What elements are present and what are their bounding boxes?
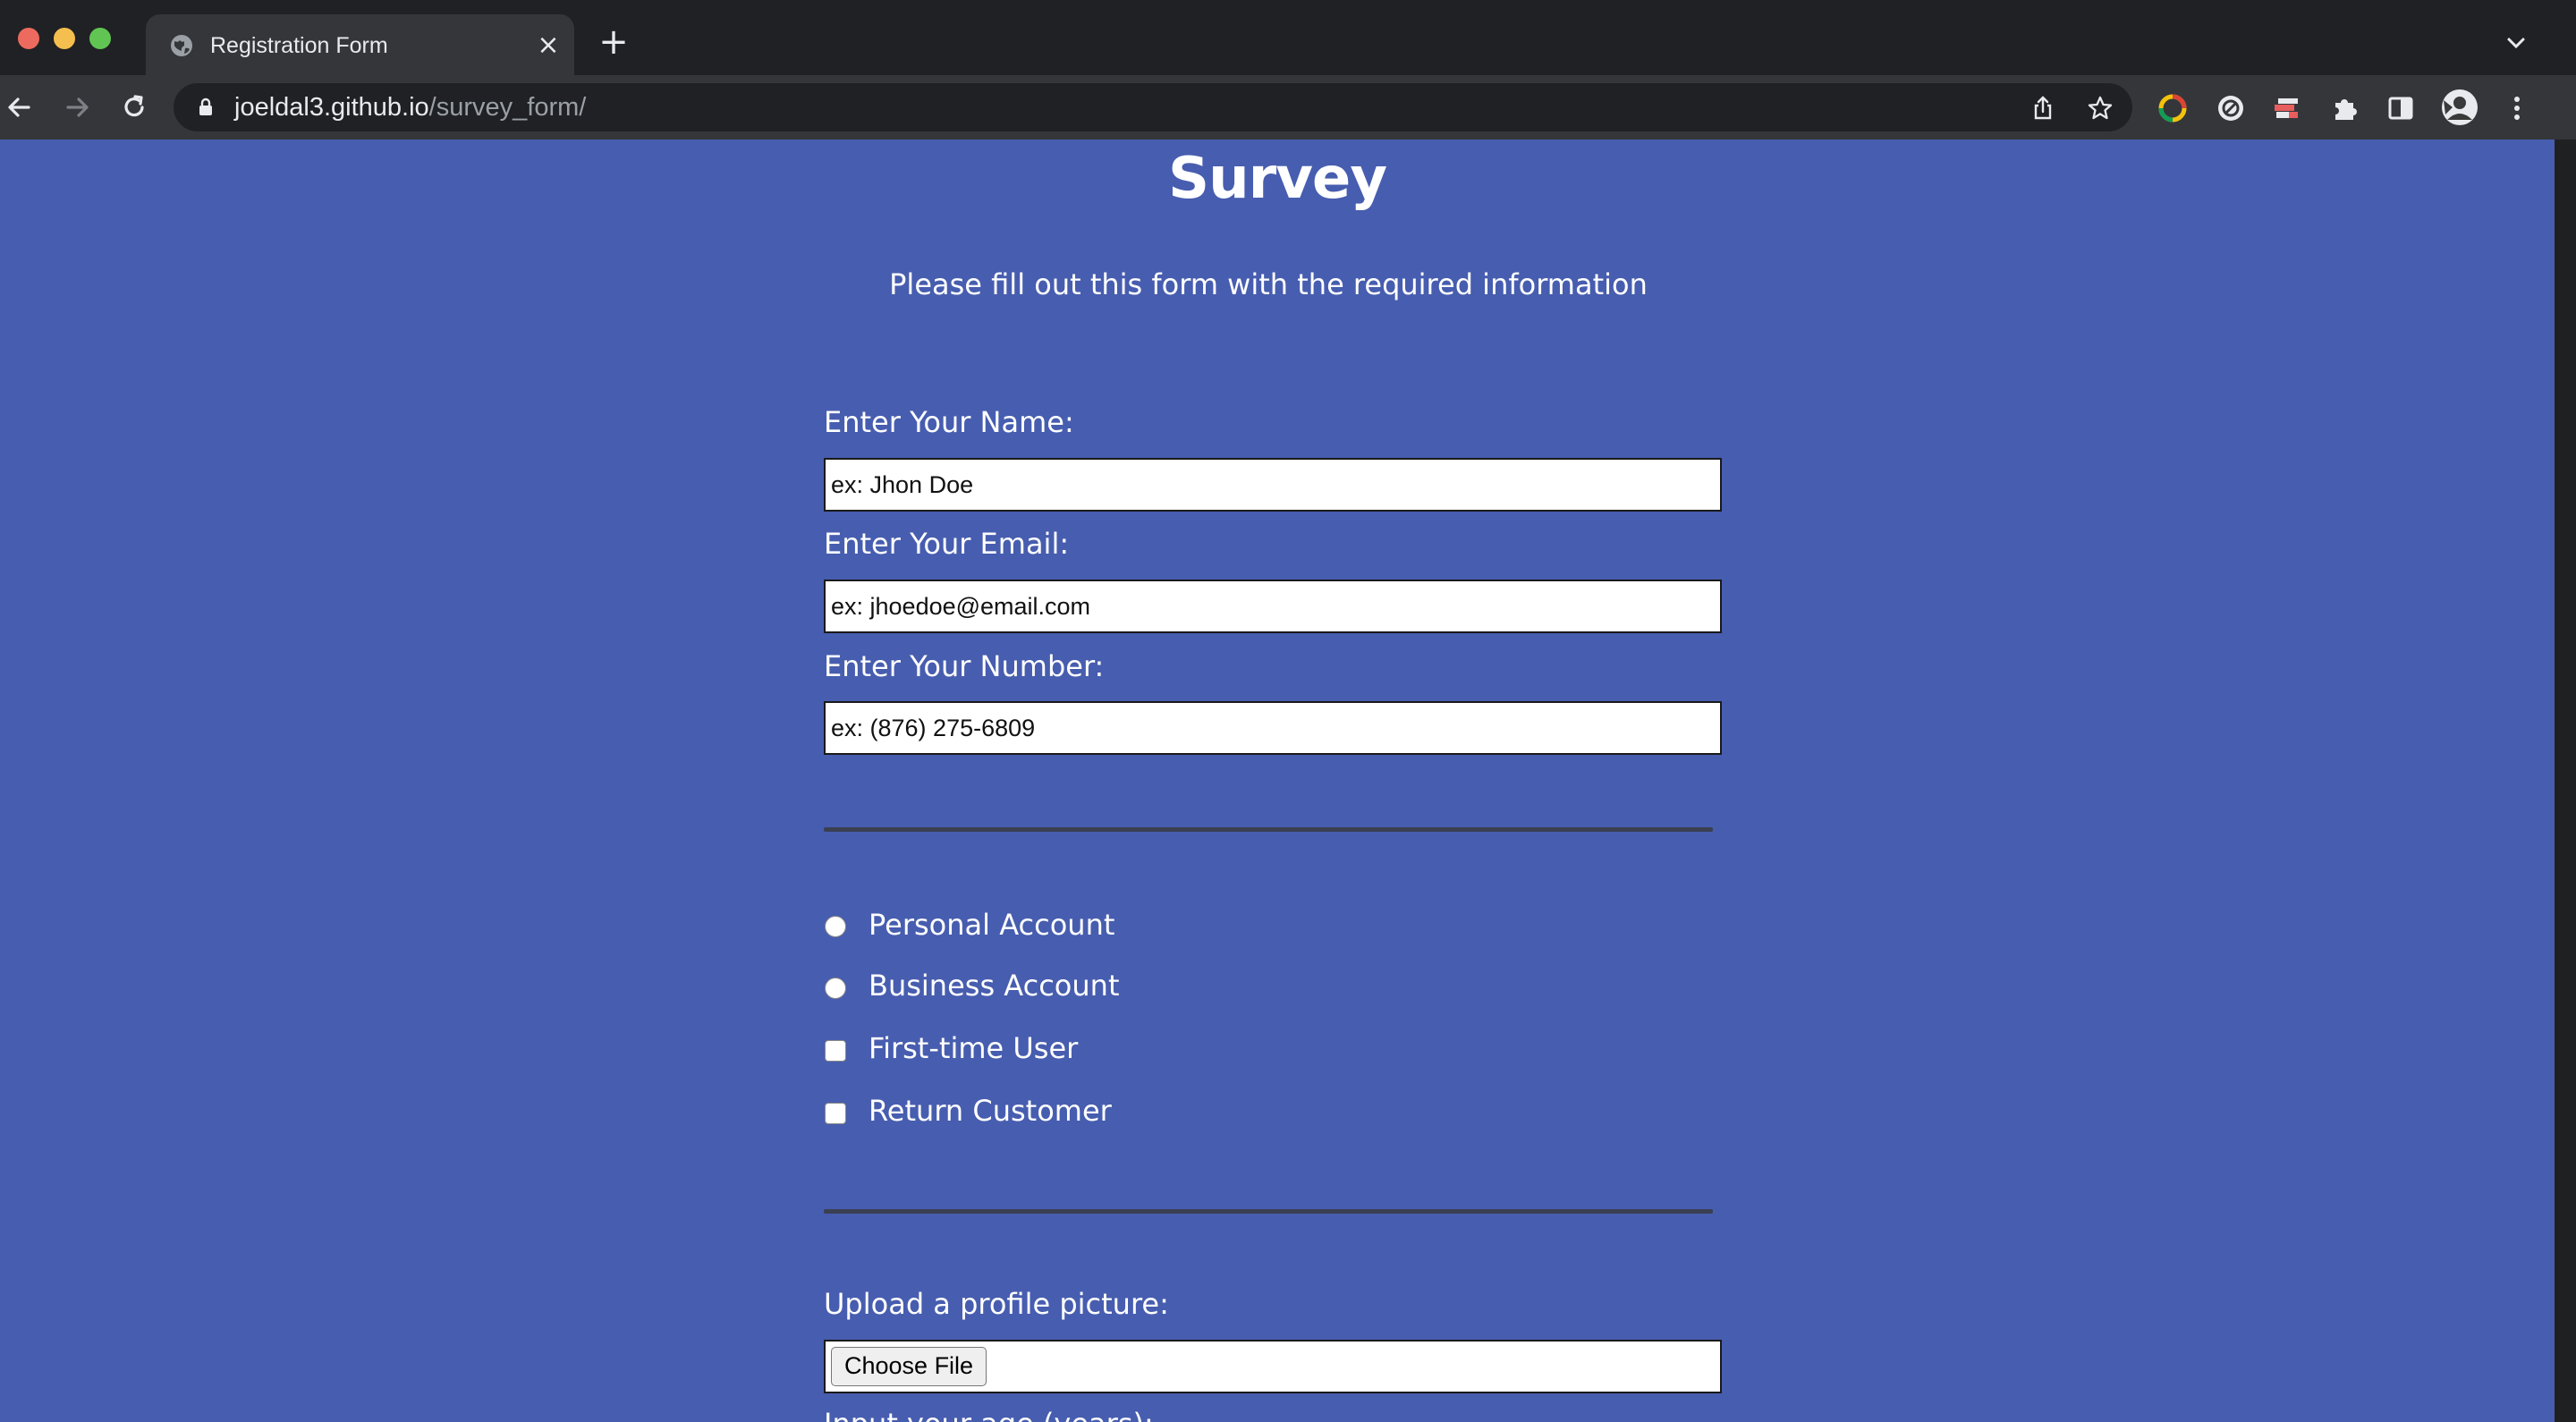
number-label: Enter Your Number: — [824, 649, 1105, 683]
reload-icon[interactable] — [116, 89, 152, 125]
personal-account-label: Personal Account — [869, 908, 1115, 942]
window-close-button[interactable] — [18, 28, 39, 49]
bookmark-star-icon[interactable] — [2086, 94, 2114, 123]
side-panel-icon[interactable] — [2385, 92, 2417, 124]
tab-close-button[interactable]: × — [533, 30, 564, 61]
url-text[interactable]: joeldal3.github.io/survey_form/ — [234, 92, 586, 123]
browser-titlebar: Registration Form × + — [0, 0, 2576, 75]
business-account-label: Business Account — [869, 969, 1120, 1003]
section-divider — [824, 1209, 1713, 1214]
window-minimize-button[interactable] — [54, 28, 75, 49]
age-label: Input your age (years): — [824, 1406, 1154, 1422]
return-customer-label: Return Customer — [869, 1094, 1112, 1128]
lock-icon[interactable] — [195, 97, 216, 118]
email-input[interactable] — [824, 580, 1722, 633]
section-divider — [824, 827, 1713, 832]
number-input[interactable] — [824, 701, 1722, 755]
upload-label: Upload a profile picture: — [824, 1287, 1169, 1321]
extension-blocker-icon[interactable] — [2215, 92, 2247, 124]
tab-title: Registration Form — [210, 33, 388, 58]
page-title: Survey — [1167, 146, 1387, 212]
scrollbar-track[interactable] — [2555, 140, 2576, 1422]
name-input[interactable] — [824, 458, 1722, 512]
window-maximize-button[interactable] — [89, 28, 111, 49]
address-bar[interactable]: joeldal3.github.io/survey_form/ — [174, 83, 2132, 131]
url-path: /survey_form/ — [428, 93, 587, 122]
tab-search-chevron-icon[interactable] — [2500, 27, 2532, 59]
forward-arrow-icon[interactable] — [59, 89, 95, 125]
url-host: joeldal3.github.io — [234, 93, 429, 122]
first-time-user-checkbox[interactable] — [825, 1040, 846, 1062]
share-icon[interactable] — [2029, 94, 2057, 123]
new-tab-button[interactable]: + — [594, 23, 633, 63]
choose-file-button[interactable]: Choose File — [831, 1347, 987, 1386]
extension-ring-icon[interactable] — [2157, 92, 2189, 124]
profile-avatar-icon[interactable] — [2440, 88, 2479, 127]
email-label: Enter Your Email: — [824, 527, 1070, 561]
first-time-user-label: First-time User — [869, 1031, 1079, 1065]
file-upload-input[interactable]: Choose File — [824, 1340, 1722, 1393]
globe-icon — [171, 35, 192, 56]
return-customer-checkbox[interactable] — [825, 1103, 846, 1124]
name-label: Enter Your Name: — [824, 405, 1074, 439]
page-description: Please fill out this form with the requi… — [889, 267, 1648, 301]
business-account-radio[interactable] — [825, 978, 846, 999]
extensions-puzzle-icon[interactable] — [2329, 92, 2361, 124]
browser-menu-icon[interactable] — [2501, 92, 2533, 124]
personal-account-radio[interactable] — [825, 916, 846, 937]
browser-tab[interactable]: Registration Form × — [146, 14, 574, 75]
browser-toolbar: joeldal3.github.io/survey_form/ — [0, 75, 2576, 140]
back-arrow-icon[interactable] — [2, 89, 38, 125]
extension-flag-icon[interactable] — [2271, 92, 2303, 124]
page-viewport: Survey Please fill out this form with th… — [0, 140, 2555, 1422]
